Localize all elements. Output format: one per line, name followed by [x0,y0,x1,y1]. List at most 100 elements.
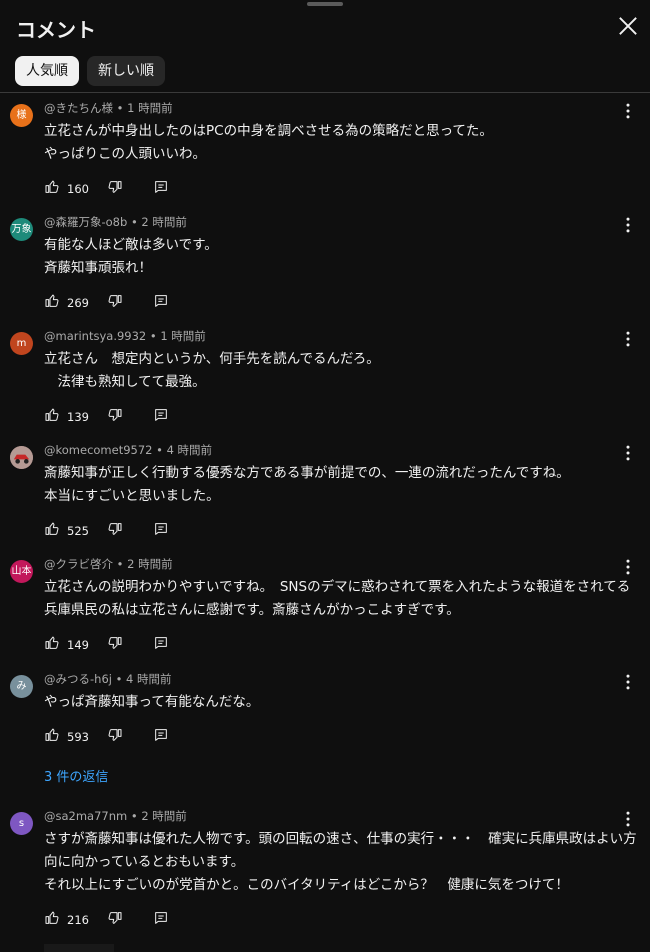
close-icon [619,17,637,35]
avatar[interactable]: 万象 [10,218,33,241]
like-button[interactable]: 139 [44,407,97,427]
reply-icon [153,910,169,930]
reply-button[interactable] [153,179,169,199]
comment-text-line: 立花さん 想定内というか、何手先を読んでるんだろ。 [44,351,380,367]
like-button[interactable]: 525 [44,521,97,541]
comment-meta[interactable]: @komecomet9572 • 4 時間前 [44,442,212,458]
thumb-down-icon [107,521,123,541]
like-button[interactable]: 593 [44,727,97,747]
reply-icon [153,179,169,199]
comment-text-line: 立花さんが中身出したのはPCの中身を調べさせる為の策略だと思ってた。 [44,123,493,139]
more-options-button[interactable] [618,809,638,829]
like-count: 160 [67,182,89,196]
reply-icon [153,407,169,427]
more-vert-icon [618,674,638,696]
comment-text-line: 法律も熟知してて最強。 [44,374,206,390]
like-count: 525 [67,524,89,538]
dislike-button[interactable] [107,727,123,747]
like-button[interactable]: 269 [44,293,97,313]
dislike-button[interactable] [107,407,123,427]
comment-actions: 216 [44,910,169,930]
comment-body: 立花さんの説明わかりやすいですね。 SNSのデマに惑わされて票を入れたような報道… [44,576,631,622]
comment-actions: 139 [44,407,169,427]
more-vert-icon [618,103,638,125]
more-vert-icon [618,217,638,239]
thumb-up-icon [44,727,60,747]
comment-meta[interactable]: @森羅万象-o8b • 2 時間前 [44,214,187,230]
like-count: 139 [67,410,89,424]
panel-title: コメント [16,18,96,42]
thumb-down-icon [107,179,123,199]
more-vert-icon [618,811,638,833]
reply-icon [153,293,169,313]
comment-meta[interactable]: @marintsya.9932 • 1 時間前 [44,328,206,344]
thumb-down-icon [107,727,123,747]
thumb-up-icon [44,635,60,655]
more-options-button[interactable] [618,557,638,577]
thumb-up-icon [44,407,60,427]
more-options-button[interactable] [618,329,638,349]
thumb-down-icon [107,910,123,930]
avatar[interactable]: s [10,812,33,835]
thumb-up-icon [44,521,60,541]
next-comment-peek [44,944,114,952]
avatar[interactable]: m [10,332,33,355]
comment-body: さすが斎藤知事は優れた人物です。頭の回転の速さ、仕事の実行・・・ 確実に兵庫県政… [44,828,637,897]
sort-chips: 人気順 新しい順 [15,56,165,86]
more-options-button[interactable] [618,101,638,121]
comment-meta[interactable]: @きたちん様 • 1 時間前 [44,100,173,116]
header: コメント [0,0,650,52]
more-options-button[interactable] [618,443,638,463]
more-options-button[interactable] [618,672,638,692]
dislike-button[interactable] [107,635,123,655]
reply-button[interactable] [153,910,169,930]
like-button[interactable]: 149 [44,635,97,655]
comment-meta[interactable]: @みつる-h6j • 4 時間前 [44,671,172,687]
comment-text-line: 兵庫県民の私は立花さんに感謝です。斎藤さんがかっこよすぎです。 [44,602,460,618]
dislike-button[interactable] [107,293,123,313]
like-button[interactable]: 216 [44,910,97,930]
dislike-button[interactable] [107,521,123,541]
comment-body: 斎藤知事が正しく行動する優秀な方である事が前提での、一連の流れだったんですね。本… [44,462,624,508]
reply-button[interactable] [153,293,169,313]
avatar[interactable]: み [10,675,33,698]
view-replies-link[interactable]: 3 件の返信 [44,766,108,785]
avatar-label: 山本 [11,566,32,577]
reply-button[interactable] [153,407,169,427]
comment-meta[interactable]: @クラビ啓介 • 2 時間前 [44,556,173,572]
avatar[interactable]: 山本 [10,560,33,583]
dislike-button[interactable] [107,910,123,930]
more-vert-icon [618,559,638,581]
avatar[interactable]: 様 [10,104,33,127]
reply-button[interactable] [153,521,169,541]
avatar-label: み [16,681,27,692]
like-count: 269 [67,296,89,310]
comment-meta[interactable]: @sa2ma77nm • 2 時間前 [44,808,187,824]
like-count: 593 [67,730,89,744]
comment-actions: 593 [44,727,169,747]
comment-text-line: 立花さんの説明わかりやすいですね。 SNSのデマに惑わされて票を入れたような報道… [44,579,631,595]
comment-text-line: それ以上にすごいのが党首かと。このバイタリティはどこから？ 健康に気をつけて！ [44,877,569,893]
sort-newest-chip[interactable]: 新しい順 [87,56,165,86]
like-button[interactable]: 160 [44,179,97,199]
thumb-down-icon [107,293,123,313]
sort-top-chip[interactable]: 人気順 [15,56,79,86]
avatar-label: 様 [16,110,27,121]
comment-body: 有能な人ほど敵は多いです。 斉藤知事頑張れ！ [44,234,624,280]
more-options-button[interactable] [618,215,638,235]
comment-text-line: 斉藤知事頑張れ！ [44,260,152,276]
reply-button[interactable] [153,727,169,747]
close-button[interactable] [614,12,642,40]
avatar-label: m [16,338,27,349]
dislike-button[interactable] [107,179,123,199]
avatar-label: 万象 [11,224,32,235]
reply-icon [153,727,169,747]
thumb-up-icon [44,179,60,199]
comment-text-line: やっぱ斉藤知事って有能なんだな。 [44,694,260,710]
comment-text-line: 斎藤知事が正しく行動する優秀な方である事が前提での、一連の流れだったんですね。 [44,465,570,481]
thumb-up-icon [44,293,60,313]
avatar[interactable] [10,446,33,469]
reply-button[interactable] [153,635,169,655]
comment-actions: 525 [44,521,169,541]
avatar-label: s [18,818,25,829]
